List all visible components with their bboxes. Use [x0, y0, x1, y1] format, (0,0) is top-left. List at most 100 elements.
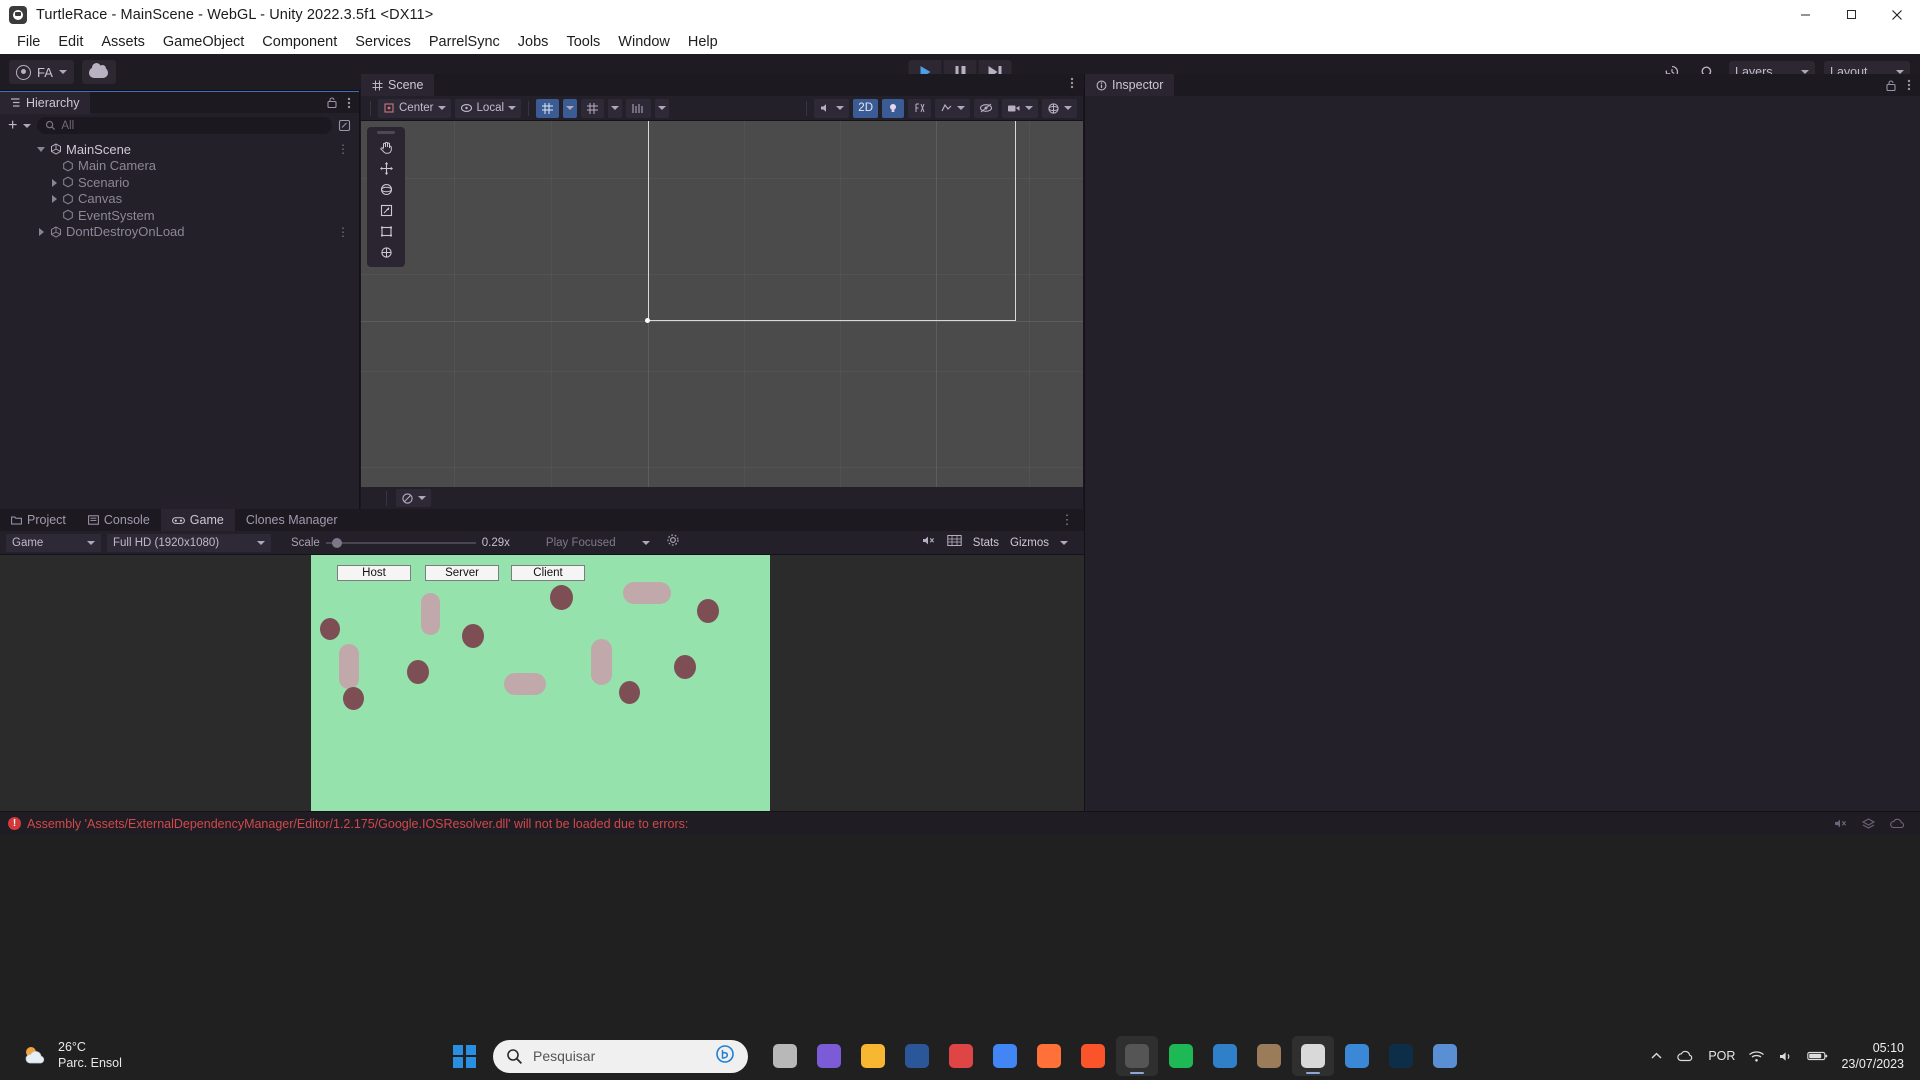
task-view[interactable] [764, 1036, 806, 1076]
hand-tool[interactable] [371, 137, 401, 158]
visibility-toggle[interactable] [974, 98, 998, 118]
transform-tool[interactable] [371, 242, 401, 263]
gizmos-toggle[interactable] [1042, 98, 1077, 118]
lighting-toggle[interactable] [882, 98, 904, 118]
volume-icon[interactable] [1778, 1050, 1794, 1063]
close-icon[interactable] [1874, 0, 1920, 29]
copilot-icon[interactable] [715, 1044, 735, 1069]
chevron-right-icon[interactable] [50, 194, 59, 204]
cloud-icon[interactable] [81, 60, 116, 84]
slider-knob[interactable] [331, 537, 342, 548]
chevron-down-icon[interactable] [1060, 540, 1068, 545]
account-button[interactable]: FA [9, 60, 74, 84]
game-scale-slider[interactable] [325, 537, 476, 549]
taskbar-search-input[interactable]: Pesquisar [493, 1039, 748, 1073]
minimize-icon[interactable] [1782, 0, 1828, 29]
move-tool[interactable] [371, 158, 401, 179]
language-indicator[interactable]: POR [1708, 1049, 1735, 1063]
cloud-icon[interactable] [1676, 1050, 1695, 1063]
mode-2d-toggle[interactable]: 2D [853, 98, 878, 118]
layers-status-icon[interactable] [1861, 817, 1876, 830]
lock-icon[interactable] [1885, 79, 1897, 92]
pivot-dropdown[interactable]: Center [378, 98, 451, 118]
grid-snapping-toggle[interactable] [536, 98, 560, 118]
rotation-dropdown[interactable]: Local [454, 98, 522, 118]
game-resolution-dropdown[interactable]: Full HD (1920x1080) [107, 533, 271, 552]
hierarchy-filter-icon[interactable] [338, 119, 351, 132]
chevron-right-icon[interactable] [37, 227, 46, 237]
list-item[interactable]: Main Camera [0, 158, 359, 175]
kebab-icon[interactable] [1070, 76, 1074, 90]
chevron-up-icon[interactable] [1650, 1051, 1663, 1061]
tab-game[interactable]: Game [160, 509, 235, 531]
hierarchy-search-input[interactable]: All [37, 117, 332, 134]
weather-widget[interactable]: 26°C Parc. Ensol [0, 1040, 122, 1071]
gimp-app[interactable] [1248, 1036, 1290, 1076]
camera-handle[interactable] [645, 318, 650, 323]
kebab-icon[interactable]: ⋮ [337, 142, 359, 156]
windows-start-icon[interactable] [453, 1044, 476, 1068]
gear-icon[interactable] [666, 533, 680, 552]
scale-tool[interactable] [371, 200, 401, 221]
list-item[interactable]: Canvas [0, 191, 359, 208]
add-gameobject-button[interactable]: + [8, 117, 17, 134]
taskbar-clock[interactable]: 05:10 23/07/2023 [1841, 1040, 1904, 1073]
aspect-icon[interactable] [947, 534, 962, 552]
maximize-icon[interactable] [1828, 0, 1874, 29]
unity-editor-app[interactable] [1116, 1036, 1158, 1076]
menu-jobs[interactable]: Jobs [509, 32, 558, 52]
tab-project[interactable]: Project [0, 509, 77, 531]
tab-inspector[interactable]: Inspector [1085, 74, 1175, 96]
photos-app[interactable] [1336, 1036, 1378, 1076]
effects-toggle[interactable] [935, 98, 970, 118]
mute-icon[interactable] [1833, 817, 1848, 830]
chevron-down-icon[interactable] [23, 123, 32, 128]
rotate-tool[interactable] [371, 179, 401, 200]
snap-increment-toggle[interactable] [626, 98, 652, 118]
game-server-button[interactable]: Server [425, 565, 499, 581]
menu-window[interactable]: Window [609, 32, 679, 52]
menu-tools[interactable]: Tools [557, 32, 609, 52]
menu-services[interactable]: Services [346, 32, 420, 52]
scene-gizmo-toggle[interactable] [396, 489, 431, 507]
menu-edit[interactable]: Edit [49, 32, 92, 52]
rect-tool[interactable] [371, 221, 401, 242]
grid-dropdown[interactable] [608, 98, 623, 118]
tab-console[interactable]: Console [77, 509, 161, 531]
menu-assets[interactable]: Assets [92, 32, 154, 52]
settings-app[interactable] [1292, 1036, 1334, 1076]
lock-icon[interactable] [326, 96, 338, 109]
menu-parrelsync[interactable]: ParrelSync [420, 32, 509, 52]
unity-hub-app[interactable] [940, 1036, 982, 1076]
wifi-icon[interactable] [1748, 1050, 1765, 1063]
play-focused-dropdown[interactable]: Play Focused [540, 534, 656, 552]
palette-drag-handle[interactable] [377, 131, 395, 134]
kebab-icon[interactable] [1907, 78, 1911, 92]
vscode-app[interactable] [1204, 1036, 1246, 1076]
tab-hierarchy[interactable]: Hierarchy [0, 91, 90, 114]
kebab-icon[interactable]: ⋮ [1061, 512, 1085, 528]
menu-component[interactable]: Component [253, 32, 346, 52]
battery-icon[interactable] [1807, 1050, 1828, 1062]
chrome-app[interactable] [984, 1036, 1026, 1076]
scene-camera-toggle[interactable] [1002, 98, 1038, 118]
kebab-icon[interactable] [347, 96, 351, 110]
word-app[interactable] [896, 1036, 938, 1076]
brave-app[interactable] [1072, 1036, 1114, 1076]
list-item[interactable]: EventSystem [0, 207, 359, 224]
kebab-icon[interactable]: ⋮ [337, 225, 359, 239]
list-item[interactable]: DontDestroyOnLoad ⋮ [0, 224, 359, 241]
game-display-dropdown[interactable]: Game [6, 533, 101, 552]
menu-gameobject[interactable]: GameObject [154, 32, 253, 52]
status-bar[interactable]: ! Assembly 'Assets/ExternalDependencyMan… [0, 811, 1920, 835]
list-item[interactable]: MainScene ⋮ [0, 141, 359, 158]
game-host-button[interactable]: Host [337, 565, 411, 581]
chat-app[interactable] [808, 1036, 850, 1076]
firefox-app[interactable] [1028, 1036, 1070, 1076]
store-app[interactable] [1424, 1036, 1466, 1076]
tab-clones-manager[interactable]: Clones Manager [235, 509, 349, 531]
menu-file[interactable]: File [8, 32, 49, 52]
stats-button[interactable]: Stats [973, 537, 999, 549]
audio-toggle[interactable] [814, 98, 850, 118]
menu-help[interactable]: Help [679, 32, 727, 52]
